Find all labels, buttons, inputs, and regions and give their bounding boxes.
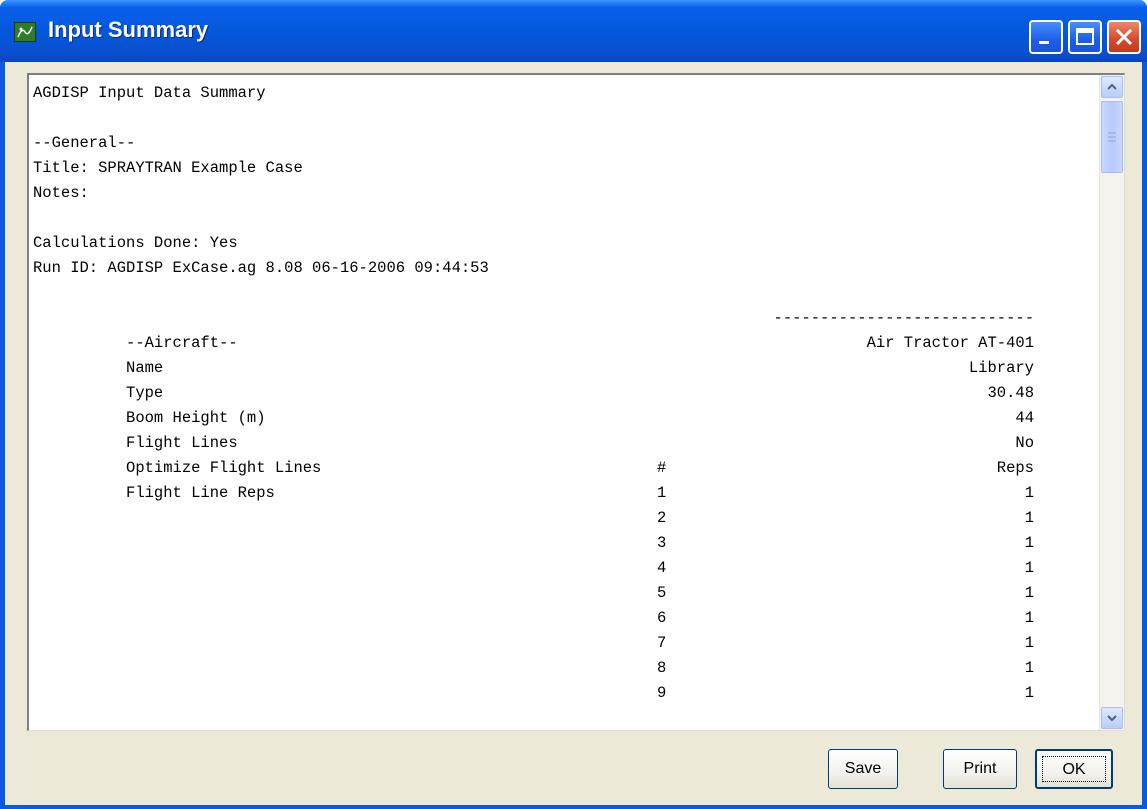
dialog-client-area: AGDISP Input Data Summary --General-- Ti… — [5, 62, 1142, 805]
aircraft-divider: ---------------------------- — [773, 309, 1034, 327]
rep-value: 1 — [1024, 534, 1034, 552]
print-button[interactable]: Print — [943, 749, 1017, 789]
app-icon[interactable] — [14, 22, 36, 42]
reps-row: 1 1 — [33, 481, 1097, 506]
save-button-label: Save — [844, 760, 882, 777]
window-title: Input Summary — [48, 17, 209, 42]
rep-value: 1 — [1024, 584, 1034, 602]
reps-col-number: # — [657, 459, 667, 477]
rep-value: 1 — [1024, 609, 1034, 627]
reps-row: 7 1 — [33, 631, 1097, 656]
run-id-line: Run ID: AGDISP ExCase.ag 8.08 06-16-2006… — [33, 259, 489, 277]
summary-heading: AGDISP Input Data Summary — [33, 84, 266, 102]
reps-row: 5 1 — [33, 581, 1097, 606]
rep-value: 1 — [1024, 559, 1034, 577]
summary-content: AGDISP Input Data Summary --General-- Ti… — [33, 81, 1097, 727]
summary-textbox[interactable]: AGDISP Input Data Summary --General-- Ti… — [27, 73, 1125, 731]
flight-line-reps-header: Flight Line Reps # Reps — [33, 456, 1097, 502]
print-button-label: Print — [963, 760, 997, 777]
ok-button[interactable]: OK — [1035, 749, 1113, 789]
focus-rectangle — [1042, 756, 1106, 782]
reps-col-reps: Reps — [996, 459, 1034, 477]
row-value: No — [1015, 434, 1034, 452]
reps-row: 8 1 — [33, 656, 1097, 681]
rep-number: 5 — [657, 584, 667, 602]
vertical-scrollbar[interactable] — [1099, 75, 1124, 730]
reps-row: 9 1 — [33, 681, 1097, 706]
row-value: 30.48 — [987, 384, 1034, 402]
title-line: Title: SPRAYTRAN Example Case — [33, 159, 303, 177]
scroll-thumb[interactable] — [1101, 101, 1123, 173]
reps-row: 6 1 — [33, 606, 1097, 631]
rep-value: 1 — [1024, 659, 1034, 677]
aircraft-row: Flight Lines 44 — [33, 406, 1097, 452]
rep-value: 1 — [1024, 484, 1034, 502]
row-value: Air Tractor AT-401 — [866, 334, 1034, 352]
rep-number: 6 — [657, 609, 667, 627]
rep-number: 7 — [657, 634, 667, 652]
aircraft-row: Name Air Tractor AT-401 — [33, 331, 1097, 377]
aircraft-header-row: --Aircraft-- ---------------------------… — [33, 306, 1097, 352]
rep-value: 1 — [1024, 684, 1034, 702]
minimize-button[interactable] — [1029, 20, 1063, 54]
reps-row: 2 1 — [33, 506, 1097, 531]
calculations-line: Calculations Done: Yes — [33, 234, 238, 252]
rep-value: 1 — [1024, 634, 1034, 652]
close-button[interactable] — [1107, 20, 1141, 54]
rep-number: 8 — [657, 659, 667, 677]
reps-row: 3 1 — [33, 531, 1097, 556]
rep-number: 1 — [657, 484, 667, 502]
input-summary-window: Input Summary AGDISP Input Data Summary … — [0, 0, 1147, 809]
rep-number: 2 — [657, 509, 667, 527]
maximize-button[interactable] — [1068, 20, 1102, 54]
row-value: 44 — [1015, 409, 1034, 427]
reps-row: 4 1 — [33, 556, 1097, 581]
title-bar[interactable]: Input Summary — [0, 0, 1147, 62]
row-value: Library — [968, 359, 1034, 377]
scroll-up-button[interactable] — [1101, 76, 1123, 98]
rep-number: 4 — [657, 559, 667, 577]
notes-line: Notes: — [33, 184, 89, 202]
general-section-header: --General-- — [33, 134, 136, 152]
rep-number: 9 — [657, 684, 667, 702]
rep-value: 1 — [1024, 509, 1034, 527]
scroll-down-button[interactable] — [1101, 707, 1123, 729]
save-button[interactable]: Save — [828, 749, 898, 789]
aircraft-row: Type Library — [33, 356, 1097, 402]
aircraft-row: Boom Height (m) 30.48 — [33, 381, 1097, 427]
aircraft-row: Optimize Flight Lines No — [33, 431, 1097, 477]
rep-number: 3 — [657, 534, 667, 552]
